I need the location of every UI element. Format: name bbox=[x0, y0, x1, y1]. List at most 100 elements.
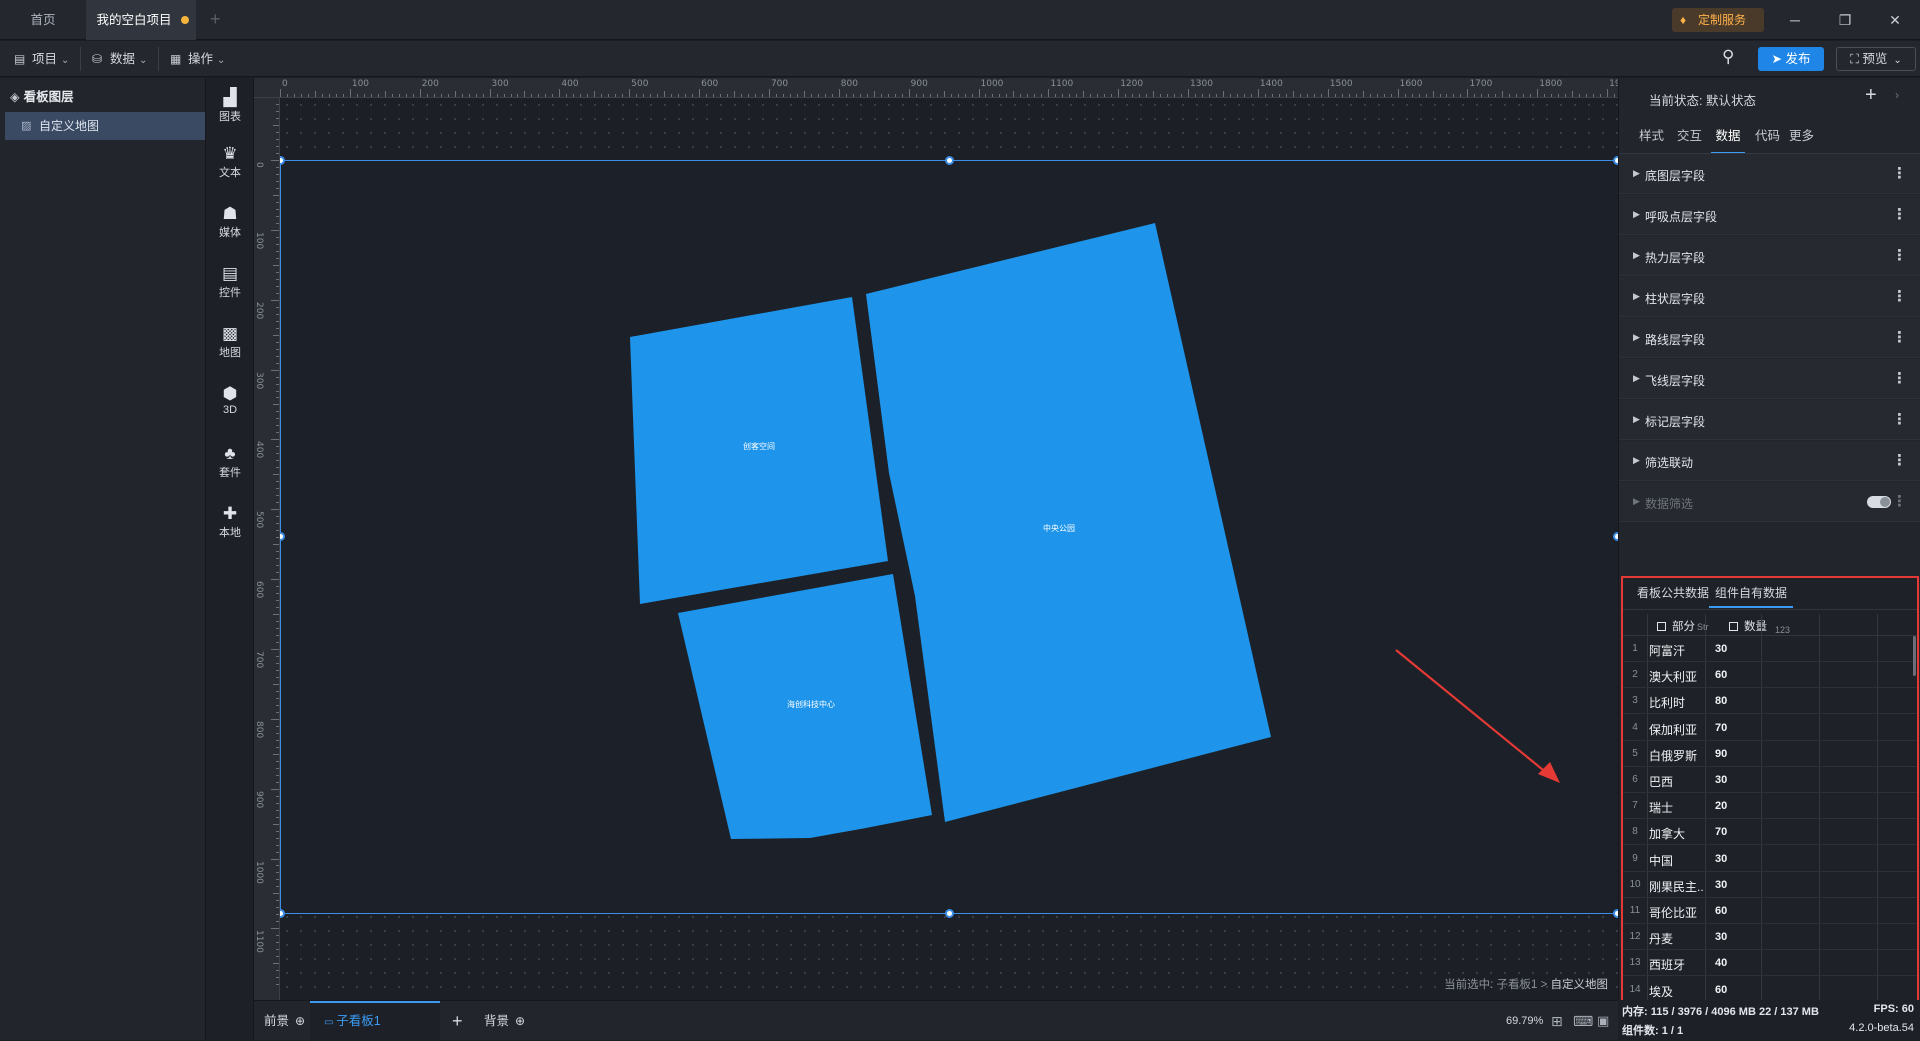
component-3d[interactable]: ⬢ 3D bbox=[206, 384, 254, 416]
search-icon[interactable]: ⚲ bbox=[1722, 47, 1734, 67]
tab-home[interactable]: 首页 bbox=[0, 0, 86, 40]
component-chart[interactable]: ▟ 图表 bbox=[206, 88, 254, 124]
field-route[interactable]: ▶ 路线层字段 ⋮ bbox=[1619, 318, 1920, 358]
table-row[interactable]: 7 瑞士 20 bbox=[1623, 793, 1917, 820]
more-vertical-icon[interactable]: ⋮ bbox=[1892, 451, 1907, 469]
cell-quantity[interactable]: 60 bbox=[1715, 905, 1727, 917]
field-breathing-point[interactable]: ▶ 呼吸点层字段 ⋮ bbox=[1619, 195, 1920, 235]
table-scrollbar[interactable] bbox=[1913, 636, 1916, 676]
cell-part[interactable]: 瑞士 bbox=[1649, 799, 1703, 816]
more-vertical-icon[interactable]: ⋮ bbox=[1892, 410, 1907, 428]
menu-project[interactable]: ▤ 项目 ⌄ bbox=[10, 41, 69, 77]
column-header-part[interactable]: 部分 Str bbox=[1657, 618, 1709, 634]
resize-handle-top[interactable] bbox=[945, 156, 954, 165]
cell-part[interactable]: 澳大利亚 bbox=[1649, 668, 1703, 685]
menu-data[interactable]: ⛁ 数据 ⌄ bbox=[88, 41, 147, 77]
component-media[interactable]: ☗ 媒体 bbox=[206, 204, 254, 240]
column-header-quantity[interactable]: 数量 123 bbox=[1729, 618, 1790, 635]
tab-board-public-data[interactable]: 看板公共数据 bbox=[1637, 584, 1709, 608]
table-row[interactable]: 2 澳大利亚 60 bbox=[1623, 662, 1917, 689]
artboard[interactable]: 创客空间 中央公园 海创科技中心 bbox=[280, 160, 1618, 914]
tab-style[interactable]: 样式 bbox=[1639, 126, 1664, 154]
preview-button[interactable]: ⛶ 预览 ⌄ bbox=[1836, 47, 1916, 71]
more-vertical-icon[interactable]: ⋮ bbox=[1892, 287, 1907, 305]
cell-part[interactable]: 巴西 bbox=[1649, 773, 1703, 790]
cell-quantity[interactable]: 30 bbox=[1715, 853, 1727, 865]
field-flyline[interactable]: ▶ 飞线层字段 ⋮ bbox=[1619, 359, 1920, 399]
more-vertical-icon[interactable]: ⋮ bbox=[1892, 369, 1907, 387]
cell-part[interactable]: 哥伦比亚 bbox=[1649, 904, 1703, 921]
tab-data[interactable]: 数据 bbox=[1711, 126, 1745, 154]
foreground-tab[interactable]: 前景 ⊕ bbox=[264, 1001, 305, 1041]
table-row[interactable]: 1 阿富汗 30 bbox=[1623, 636, 1917, 662]
zoom-level[interactable]: 69.79% bbox=[1506, 1001, 1543, 1041]
field-column[interactable]: ▶ 柱状层字段 ⋮ bbox=[1619, 277, 1920, 317]
cell-part[interactable]: 加拿大 bbox=[1649, 825, 1703, 842]
tab-more[interactable]: 更多 bbox=[1789, 126, 1814, 154]
terminal-icon[interactable]: ▣ bbox=[1597, 1001, 1609, 1041]
add-circle-icon[interactable]: ⊕ bbox=[295, 1014, 305, 1028]
tab-code[interactable]: 代码 bbox=[1755, 126, 1780, 154]
more-vertical-icon[interactable]: ⋮ bbox=[1892, 492, 1907, 510]
table-row[interactable]: 14 埃及 60 bbox=[1623, 977, 1917, 1002]
custom-map-svg[interactable]: 创客空间 中央公园 海创科技中心 bbox=[281, 161, 1618, 915]
cell-part[interactable]: 刚果民主... bbox=[1649, 878, 1703, 895]
cell-quantity[interactable]: 90 bbox=[1715, 748, 1727, 760]
cell-quantity[interactable]: 70 bbox=[1715, 722, 1727, 734]
component-local[interactable]: ✚ 本地 bbox=[206, 504, 254, 540]
publish-button[interactable]: ➤ 发布 bbox=[1758, 47, 1824, 71]
add-state-icon[interactable]: + bbox=[1865, 84, 1877, 107]
resize-handle-bottom[interactable] bbox=[945, 909, 954, 918]
checkbox[interactable] bbox=[1729, 622, 1738, 631]
tab-my-blank-project[interactable]: 我的空白项目 bbox=[86, 0, 196, 40]
map-region-central-park[interactable] bbox=[866, 223, 1271, 822]
cell-quantity[interactable]: 80 bbox=[1715, 695, 1727, 707]
cell-quantity[interactable]: 20 bbox=[1715, 800, 1727, 812]
cell-part[interactable]: 保加利亚 bbox=[1649, 721, 1703, 738]
field-heat[interactable]: ▶ 热力层字段 ⋮ bbox=[1619, 236, 1920, 276]
add-circle-icon[interactable]: ⊕ bbox=[515, 1014, 525, 1028]
cell-part[interactable]: 中国 bbox=[1649, 852, 1703, 869]
cell-part[interactable]: 比利时 bbox=[1649, 694, 1703, 711]
cell-quantity[interactable]: 30 bbox=[1715, 879, 1727, 891]
field-marker[interactable]: ▶ 标记层字段 ⋮ bbox=[1619, 400, 1920, 440]
component-control[interactable]: ▤ 控件 bbox=[206, 264, 254, 300]
restore-icon[interactable]: ❐ bbox=[1827, 8, 1863, 32]
table-row[interactable]: 9 中国 30 bbox=[1623, 846, 1917, 872]
more-vertical-icon[interactable]: ⋮ bbox=[1892, 246, 1907, 264]
table-row[interactable]: 6 巴西 30 bbox=[1623, 767, 1917, 793]
canvas-area[interactable]: 创客空间 中央公园 海创科技中心 当前选中: 子看板1 > 自定义地图 bbox=[280, 98, 1618, 1000]
table-row[interactable]: 11 哥伦比亚 60 bbox=[1623, 898, 1917, 924]
keyboard-icon[interactable]: ⌨ bbox=[1573, 1001, 1593, 1041]
component-kit[interactable]: ♣ 套件 bbox=[206, 444, 254, 480]
table-row[interactable]: 8 加拿大 70 bbox=[1623, 819, 1917, 846]
tab-interaction[interactable]: 交互 bbox=[1677, 126, 1702, 154]
background-tab[interactable]: 背景 ⊕ bbox=[484, 1001, 525, 1041]
resize-handle-bottom-left[interactable] bbox=[280, 909, 285, 918]
field-basemap[interactable]: ▶ 底图层字段 ⋮ bbox=[1619, 154, 1920, 194]
table-row[interactable]: 10 刚果民主... 30 bbox=[1623, 872, 1917, 898]
layer-item-custom-map[interactable]: ▨ 自定义地图 bbox=[5, 112, 205, 140]
cell-part[interactable]: 阿富汗 bbox=[1649, 642, 1703, 659]
checkbox[interactable] bbox=[1657, 622, 1666, 631]
cell-part[interactable]: 丹麦 bbox=[1649, 930, 1703, 947]
cell-part[interactable]: 埃及 bbox=[1649, 983, 1703, 1000]
cell-quantity[interactable]: 30 bbox=[1715, 931, 1727, 943]
menu-operate[interactable]: ▦ 操作 ⌄ bbox=[166, 41, 225, 77]
tab-component-own-data[interactable]: 组件自有数据 bbox=[1709, 584, 1794, 608]
more-vertical-icon[interactable]: ⋮ bbox=[1892, 328, 1907, 346]
data-filter-toggle[interactable] bbox=[1867, 496, 1891, 508]
table-row[interactable]: 12 丹麦 30 bbox=[1623, 924, 1917, 951]
custom-service-button[interactable]: ♦ 定制服务 bbox=[1672, 8, 1764, 32]
cell-quantity[interactable]: 70 bbox=[1715, 826, 1727, 838]
cell-quantity[interactable]: 30 bbox=[1715, 643, 1727, 655]
table-row[interactable]: 3 比利时 80 bbox=[1623, 688, 1917, 715]
cell-quantity[interactable]: 30 bbox=[1715, 774, 1727, 786]
cell-quantity[interactable]: 40 bbox=[1715, 957, 1727, 969]
table-row[interactable]: 4 保加利亚 70 bbox=[1623, 715, 1917, 741]
more-vertical-icon[interactable]: ⋮ bbox=[1892, 164, 1907, 182]
new-tab-plus-icon[interactable]: + bbox=[210, 9, 221, 30]
table-row[interactable]: 5 白俄罗斯 90 bbox=[1623, 741, 1917, 767]
field-filter-linkage[interactable]: ▶ 筛选联动 ⋮ bbox=[1619, 441, 1920, 481]
cell-quantity[interactable]: 60 bbox=[1715, 984, 1727, 996]
